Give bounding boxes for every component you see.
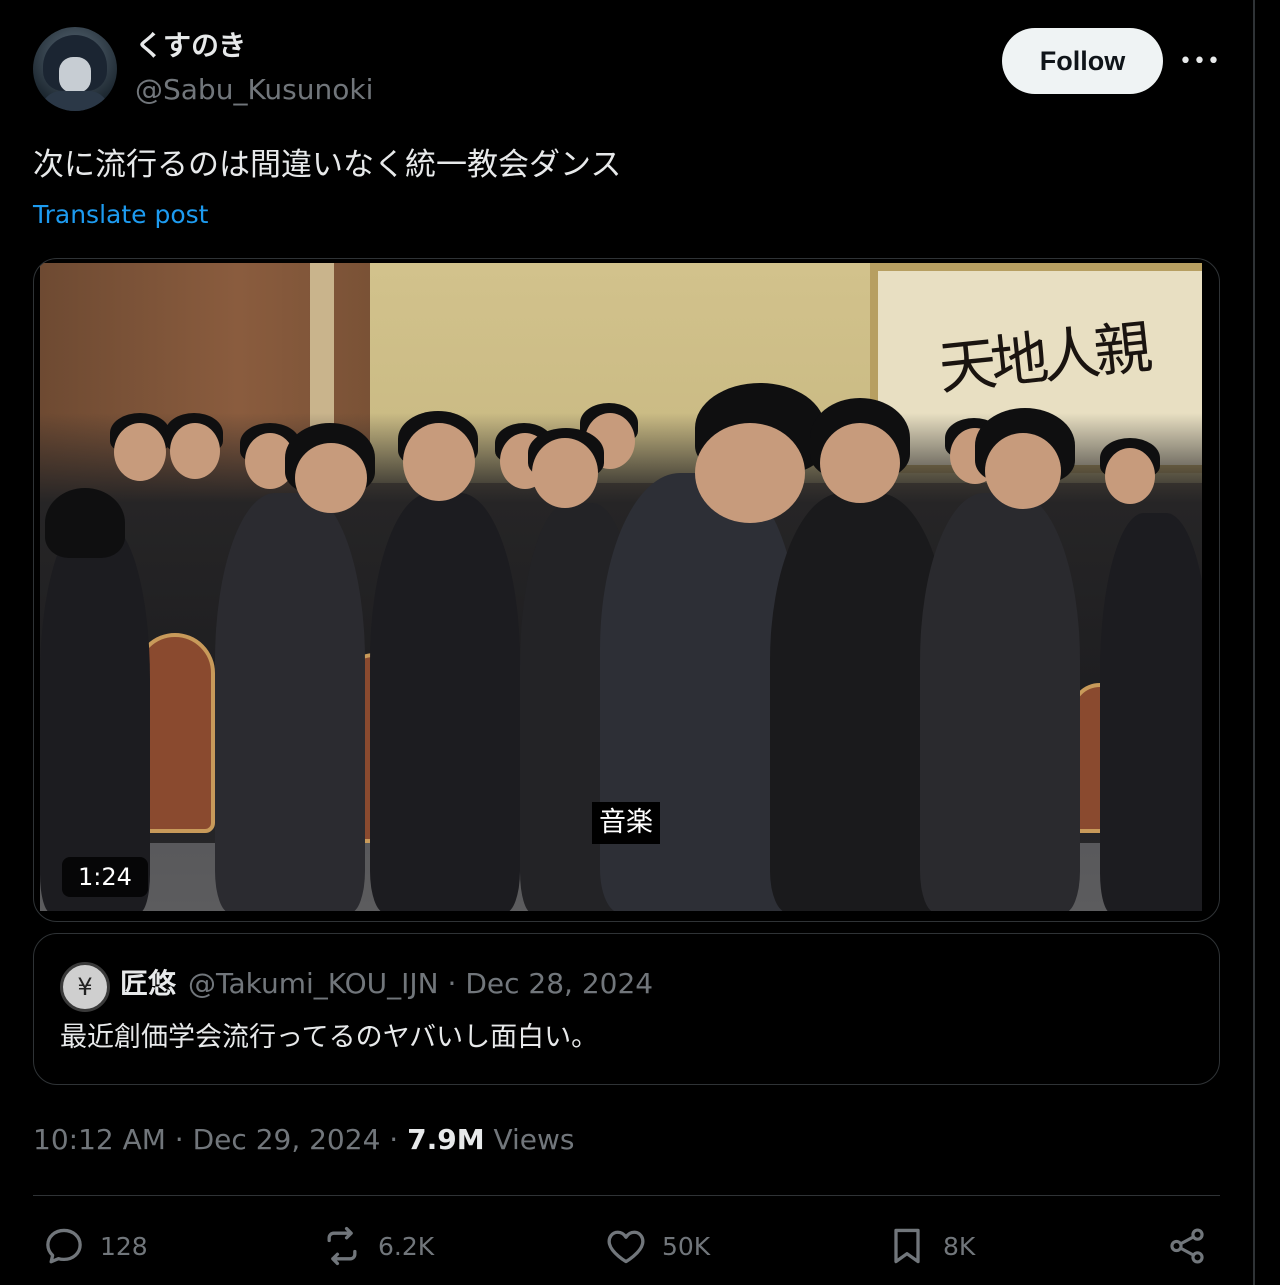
- quoted-author-avatar: ¥: [60, 962, 110, 1012]
- quoted-author-handle: @Takumi_KOU_IJN: [188, 967, 439, 1000]
- reply-count: 128: [100, 1231, 148, 1261]
- reply-icon: [46, 1228, 82, 1264]
- heart-icon: [607, 1230, 645, 1264]
- like-button[interactable]: 50K: [604, 1222, 710, 1270]
- bookmark-count: 8K: [943, 1231, 976, 1261]
- author-handle[interactable]: @Sabu_Kusunoki: [135, 72, 373, 108]
- post-timestamp: 10:12 AM · Dec 29, 2024 · 7.9M Views: [33, 1123, 575, 1156]
- calligraphy-text: 天地人親: [935, 313, 1150, 403]
- share-icon: [1170, 1228, 1204, 1264]
- post-time[interactable]: 10:12 AM: [33, 1123, 166, 1156]
- bookmark-button[interactable]: 8K: [885, 1222, 975, 1270]
- more-options-icon[interactable]: •••: [1179, 44, 1220, 78]
- quoted-author-name: 匠悠: [120, 967, 177, 1000]
- quoted-date: Dec 28, 2024: [465, 967, 654, 1000]
- video-caption: 音楽: [592, 802, 660, 844]
- views-count: 7.9M: [407, 1123, 485, 1156]
- quoted-post[interactable]: ¥ 匠悠 @Takumi_KOU_IJN · Dec 28, 2024 最近創価…: [33, 933, 1220, 1085]
- video-duration-badge: 1:24: [62, 857, 148, 897]
- bookmark-icon: [894, 1228, 920, 1264]
- views-label: Views: [493, 1123, 575, 1156]
- reply-button[interactable]: 128: [42, 1222, 148, 1270]
- like-count: 50K: [662, 1231, 711, 1261]
- author-avatar[interactable]: [33, 27, 117, 111]
- share-button[interactable]: [1166, 1222, 1210, 1270]
- quoted-text: 最近創価学会流行ってるのヤバいし面白い。: [60, 1022, 599, 1053]
- translate-post-link[interactable]: Translate post: [33, 198, 208, 232]
- column-border: [1253, 0, 1255, 1285]
- post-date[interactable]: Dec 29, 2024: [193, 1123, 381, 1156]
- quoted-meta: @Takumi_KOU_IJN · Dec 28, 2024: [188, 967, 654, 1000]
- repost-count: 6.2K: [378, 1231, 435, 1261]
- follow-button[interactable]: Follow: [1002, 28, 1163, 94]
- repost-icon: [327, 1226, 357, 1266]
- author-display-name[interactable]: くすのき: [135, 28, 246, 64]
- divider: [33, 1195, 1220, 1196]
- video-player[interactable]: 天地人親 音楽 1:24: [33, 258, 1220, 922]
- post-text: 次に流行るのは間違いなく統一教会ダンス: [33, 147, 622, 183]
- repost-button[interactable]: 6.2K: [320, 1222, 434, 1270]
